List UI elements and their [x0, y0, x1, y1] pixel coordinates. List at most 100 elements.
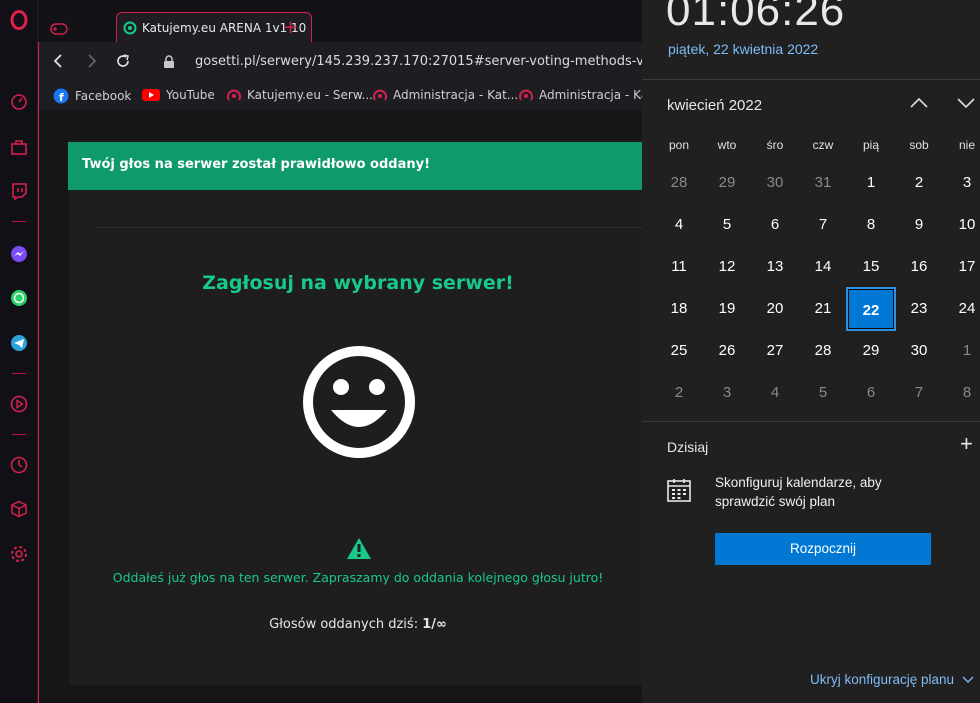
- calendar-day[interactable]: 30: [895, 330, 943, 372]
- calendar-day[interactable]: 4: [751, 372, 799, 414]
- reload-icon[interactable]: [115, 53, 131, 73]
- back-icon[interactable]: [51, 53, 65, 73]
- opera-logo-icon[interactable]: [9, 10, 29, 30]
- calendar-day[interactable]: 1: [943, 330, 980, 372]
- url-field[interactable]: gosetti.pl/serwery/145.239.237.170:27015…: [195, 54, 672, 69]
- calendar-day[interactable]: 31: [799, 162, 847, 204]
- tab-bar: Katujemy.eu ARENA 1v1 10 +: [38, 0, 642, 43]
- calendar-day[interactable]: 16: [895, 246, 943, 288]
- new-tab-plus-icon[interactable]: +: [283, 17, 298, 38]
- site-favicon-icon: [123, 20, 137, 39]
- calendar-day[interactable]: 2: [655, 372, 703, 414]
- calendar-day[interactable]: 26: [703, 330, 751, 372]
- weekday-pią: pią: [862, 138, 879, 152]
- calendar-day[interactable]: 8: [847, 204, 895, 246]
- calendar-day[interactable]: 5: [703, 204, 751, 246]
- calendar-config-message: Skonfiguruj kalendarze, aby sprawdzić sw…: [715, 475, 882, 509]
- weekday-sob: sob: [909, 138, 929, 152]
- weekday-śro: śro: [766, 138, 784, 152]
- divider: [96, 227, 642, 228]
- warning-icon: [346, 537, 372, 565]
- twitch-icon[interactable]: [9, 181, 29, 201]
- already-voted-notice: Oddałeś już głos na ten serwer. Zaprasza…: [112, 570, 604, 585]
- clock-time: 01:06:26: [666, 0, 846, 35]
- messenger-icon[interactable]: [9, 244, 29, 264]
- weekday-wto: wto: [717, 138, 737, 152]
- calendar-day[interactable]: 7: [799, 204, 847, 246]
- bookmark-youtube[interactable]: YouTube: [142, 88, 215, 102]
- calendar-day[interactable]: 3: [943, 162, 980, 204]
- telegram-icon[interactable]: [9, 333, 29, 353]
- address-bar: gosetti.pl/serwery/145.239.237.170:27015…: [38, 42, 672, 82]
- history-icon[interactable]: [9, 455, 29, 475]
- chevron-up-icon[interactable]: [910, 96, 928, 114]
- bookmark-administracja-1[interactable]: Administracja - Kat...: [373, 88, 518, 102]
- extensions-icon[interactable]: [9, 499, 29, 519]
- youtube-icon: [142, 89, 160, 101]
- facebook-icon: f: [53, 88, 69, 104]
- katujemy-icon: [519, 89, 533, 101]
- katujemy-icon: [373, 89, 387, 101]
- calendar-day[interactable]: 14: [799, 246, 847, 288]
- bookmarks-bar: f Facebook YouTube Katujemy.eu - Serw...…: [38, 82, 653, 110]
- calendar-day[interactable]: 11: [655, 246, 703, 288]
- whatsapp-icon[interactable]: [9, 288, 29, 308]
- bookmark-katujemy[interactable]: Katujemy.eu - Serw...: [227, 88, 373, 102]
- votes-value: 1/∞: [422, 617, 447, 632]
- success-toast: Twój głos na serwer został prawidłowo od…: [68, 142, 642, 190]
- calendar-day[interactable]: 21: [799, 288, 847, 330]
- start-button[interactable]: Rozpocznij: [715, 533, 931, 565]
- calendar-day[interactable]: 9: [895, 204, 943, 246]
- calendar-day[interactable]: 6: [751, 204, 799, 246]
- forward-icon[interactable]: [85, 53, 99, 73]
- clock-date[interactable]: piątek, 22 kwietnia 2022: [668, 41, 818, 57]
- calendar-day[interactable]: 18: [655, 288, 703, 330]
- speed-dial-icon[interactable]: [9, 92, 29, 112]
- settings-icon[interactable]: [9, 544, 29, 564]
- hide-plan-label: Ukryj konfigurację planu: [810, 672, 955, 687]
- calendar-day[interactable]: 19: [703, 288, 751, 330]
- votes-label: Głosów oddanych dziś:: [269, 617, 419, 632]
- calendar-day[interactable]: 13: [751, 246, 799, 288]
- katujemy-icon: [227, 89, 241, 101]
- calendar-day[interactable]: 20: [751, 288, 799, 330]
- calendar-day[interactable]: 27: [751, 330, 799, 372]
- calendar-day[interactable]: 28: [799, 330, 847, 372]
- hide-plan-link[interactable]: Ukryj konfigurację planu: [810, 672, 974, 687]
- calendar-day[interactable]: 4: [655, 204, 703, 246]
- calendar-day[interactable]: 25: [655, 330, 703, 372]
- opera-sidebar: [0, 0, 38, 703]
- calendar-day[interactable]: 29: [847, 330, 895, 372]
- calendar-day[interactable]: 28: [655, 162, 703, 204]
- chevron-down-icon[interactable]: [957, 96, 975, 114]
- month-label[interactable]: kwiecień 2022: [667, 97, 762, 114]
- calendar-day[interactable]: 1: [847, 162, 895, 204]
- plus-icon[interactable]: +: [960, 431, 973, 457]
- svg-text:f: f: [59, 91, 64, 104]
- shopping-bag-icon[interactable]: [9, 137, 29, 157]
- calendar-day[interactable]: 3: [703, 372, 751, 414]
- calendar-day[interactable]: 15: [847, 246, 895, 288]
- calendar-day-today[interactable]: 22: [846, 287, 896, 331]
- calendar-day[interactable]: 8: [943, 372, 980, 414]
- weekday-czw: czw: [812, 138, 834, 152]
- vote-heading: Zagłosuj na wybrany serwer!: [202, 272, 514, 294]
- chevron-down-icon: [962, 676, 974, 683]
- calendar-day[interactable]: 6: [847, 372, 895, 414]
- calendar-day[interactable]: 12: [703, 246, 751, 288]
- bookmark-facebook[interactable]: f Facebook: [53, 88, 131, 104]
- calendar-day[interactable]: 2: [895, 162, 943, 204]
- bookmark-administracja-2[interactable]: Administracja - Kat: [519, 88, 653, 102]
- calendar-flyout: 01:06:26 piątek, 22 kwietnia 2022 kwieci…: [642, 0, 980, 703]
- calendar-day[interactable]: 5: [799, 372, 847, 414]
- calendar-day[interactable]: 7: [895, 372, 943, 414]
- calendar-day[interactable]: 29: [703, 162, 751, 204]
- calendar-day[interactable]: 17: [943, 246, 980, 288]
- calendar-day[interactable]: 23: [895, 288, 943, 330]
- calendar-day[interactable]: 30: [751, 162, 799, 204]
- calendar-day[interactable]: 10: [943, 204, 980, 246]
- lock-icon[interactable]: [163, 54, 175, 73]
- calendar-day[interactable]: 24: [943, 288, 980, 330]
- game-controller-icon[interactable]: [50, 20, 68, 39]
- player-icon[interactable]: [9, 394, 29, 414]
